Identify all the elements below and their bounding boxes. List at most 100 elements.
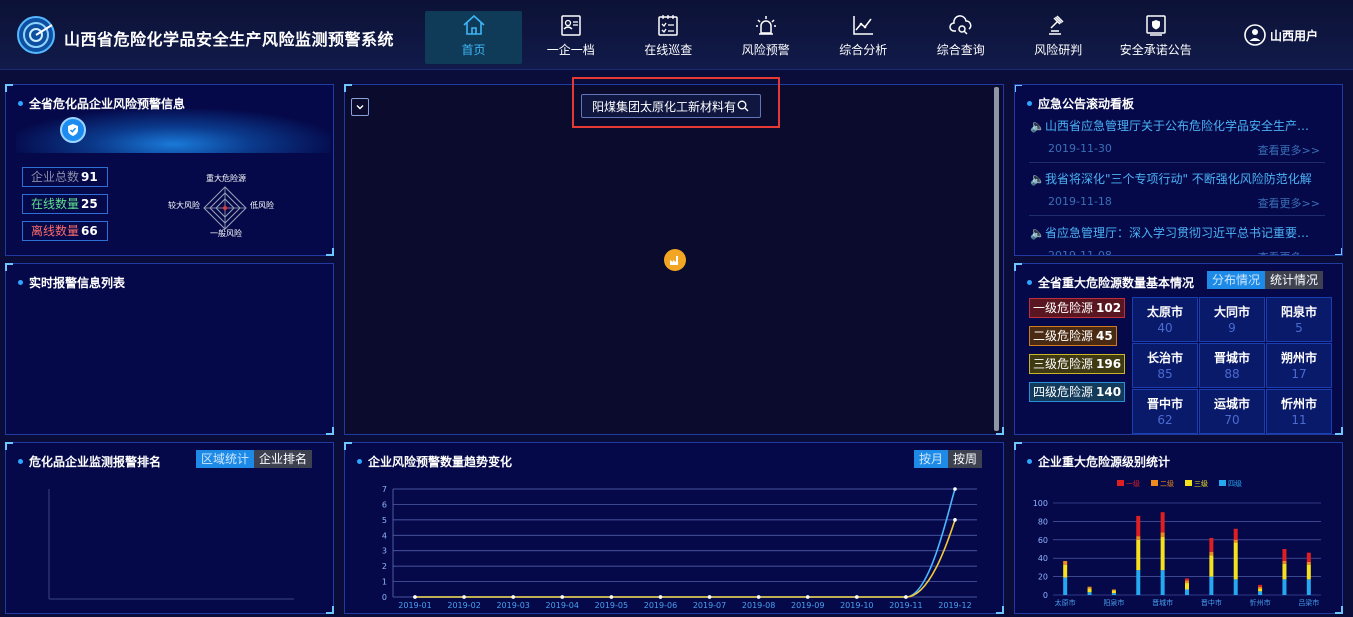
map-panel[interactable] bbox=[344, 84, 1004, 435]
city-count: 70 bbox=[1224, 413, 1240, 427]
series-line bbox=[415, 488, 956, 598]
search-highlight-box bbox=[572, 77, 780, 128]
ranking-title: 危化品企业监测报警排名 bbox=[18, 453, 161, 470]
map-layer-toggle[interactable] bbox=[351, 98, 369, 116]
hazard-level-4-label: 四级危险源 bbox=[1033, 385, 1094, 399]
nav-risk-warning[interactable]: 风险预警 bbox=[717, 11, 815, 64]
notice-more-link[interactable]: 查看更多>> bbox=[1258, 195, 1320, 211]
tab-enterprise-rank[interactable]: 企业排名 bbox=[254, 450, 313, 468]
city-cell[interactable]: 长治市 85 bbox=[1132, 343, 1198, 388]
notice-board-panel: 应急公告滚动看板 🔈山西省应急管理厅关于公布危险化学品安全生产标准化企业名单的公… bbox=[1014, 84, 1343, 256]
notice-text[interactable]: 🔈我省将深化"三个专项行动" 不断强化风险防范化解 bbox=[1030, 170, 1320, 187]
x-tick-label: 2019-02 bbox=[447, 601, 480, 610]
y-tick-label: 1 bbox=[382, 578, 387, 587]
alarm-light-icon bbox=[755, 16, 776, 35]
notice-more-link[interactable]: 查看更多>> bbox=[1258, 142, 1320, 158]
hazard-level-2[interactable]: 二级危险源 45 bbox=[1029, 326, 1117, 346]
x-tick-label: 吕梁市 bbox=[1298, 598, 1319, 607]
nav-risk-warning-label: 风险预警 bbox=[741, 43, 790, 57]
city-cell[interactable]: 晋中市 62 bbox=[1132, 389, 1198, 434]
tab-by-week[interactable]: 按周 bbox=[948, 450, 983, 468]
tab-region-stats[interactable]: 区域统计 bbox=[196, 450, 255, 468]
data-point bbox=[953, 487, 957, 491]
y-tick-label: 40 bbox=[1038, 554, 1048, 563]
nav-safety-commitment-label: 安全承诺公告 bbox=[1119, 43, 1192, 57]
bar-segment bbox=[1306, 552, 1311, 562]
tab-statistics[interactable]: 统计情况 bbox=[1265, 271, 1324, 289]
nav-comprehensive-query[interactable]: 综合查询 bbox=[912, 11, 1010, 64]
stat-total-enterprises: 企业总数 91 bbox=[22, 167, 108, 187]
hazard-level-3[interactable]: 三级危险源 196 bbox=[1029, 354, 1126, 374]
data-point bbox=[462, 595, 466, 599]
trend-tabs: 按月 按周 bbox=[914, 450, 983, 468]
map-scrollbar[interactable] bbox=[994, 87, 999, 431]
nav-risk-assessment[interactable]: 风险研判 bbox=[1010, 11, 1108, 64]
data-point bbox=[855, 595, 859, 599]
bar-segment bbox=[1160, 570, 1165, 595]
x-tick-label: 阳泉市 bbox=[1103, 598, 1124, 607]
hazard-level-chart-title: 企业重大危险源级别统计 bbox=[1027, 453, 1170, 470]
notice-item[interactable]: 🔈我省将深化"三个专项行动" 不断强化风险防范化解 2019-11-18 查看更多… bbox=[1030, 170, 1330, 211]
ranking-title-text: 危化品企业监测报警排名 bbox=[29, 455, 162, 469]
hazard-level-4[interactable]: 四级危险源 140 bbox=[1029, 382, 1126, 402]
bar-segment bbox=[1185, 578, 1189, 581]
nav-comprehensive-query-label: 综合查询 bbox=[936, 43, 985, 57]
tab-by-month[interactable]: 按月 bbox=[914, 450, 949, 468]
x-tick-label: 2019-05 bbox=[595, 601, 628, 610]
x-tick-label: 晋城市 bbox=[1152, 598, 1173, 607]
nav-online-inspection[interactable]: 在线巡查 bbox=[620, 11, 718, 64]
notice-item[interactable]: 🔈省应急管理厅：深入学习贯彻习近平总书记重要讲话精神 2019-11-08 查看更… bbox=[1030, 224, 1330, 255]
city-name: 大同市 bbox=[1213, 305, 1250, 319]
notice-date: 2019-11-18 bbox=[1048, 195, 1112, 208]
notice-text[interactable]: 🔈山西省应急管理厅关于公布危险化学品安全生产标准化企业名单的公告 bbox=[1030, 117, 1320, 134]
nav-online-inspection-label: 在线巡查 bbox=[644, 43, 693, 57]
city-cell[interactable]: 阳泉市 5 bbox=[1266, 297, 1332, 342]
tab-distribution[interactable]: 分布情况 bbox=[1207, 271, 1266, 289]
city-count: 88 bbox=[1224, 367, 1240, 381]
legend-label: 二级 bbox=[1160, 479, 1174, 488]
radar-label-major: 重大危险源 bbox=[206, 174, 246, 183]
bar-segment bbox=[1209, 555, 1214, 577]
user-name: 山西用户 bbox=[1270, 28, 1319, 43]
series-line bbox=[415, 519, 956, 598]
nav-comprehensive-analysis[interactable]: 综合分析 bbox=[815, 11, 913, 64]
radar-label-general: 一般风险 bbox=[210, 229, 242, 238]
speaker-icon: 🔈 bbox=[1030, 226, 1045, 240]
user-menu[interactable]: 山西用户 bbox=[1244, 24, 1318, 46]
city-cell[interactable]: 运城市 70 bbox=[1199, 389, 1265, 434]
city-cell[interactable]: 太原市 40 bbox=[1132, 297, 1198, 342]
hazard-level-1[interactable]: 一级危险源 102 bbox=[1029, 298, 1126, 318]
legend-swatch bbox=[1185, 480, 1192, 486]
x-tick-label: 2019-10 bbox=[840, 601, 873, 610]
bar-segment bbox=[1282, 560, 1287, 564]
line-chart-icon bbox=[853, 16, 874, 35]
y-tick-label: 20 bbox=[1038, 573, 1048, 582]
bar-segment bbox=[1185, 580, 1189, 584]
notice-text[interactable]: 🔈省应急管理厅：深入学习贯彻习近平总书记重要讲话精神 bbox=[1030, 224, 1320, 241]
x-tick-label: 2019-03 bbox=[496, 601, 529, 610]
speaker-icon: 🔈 bbox=[1030, 172, 1045, 186]
stat-offline-value: 66 bbox=[81, 224, 98, 238]
enterprise-map-marker[interactable] bbox=[664, 249, 686, 271]
city-cell[interactable]: 大同市 9 bbox=[1199, 297, 1265, 342]
notice-item[interactable]: 🔈山西省应急管理厅关于公布危险化学品安全生产标准化企业名单的公告 2019-11… bbox=[1030, 117, 1330, 158]
bar-segment bbox=[1160, 537, 1165, 571]
data-point bbox=[413, 595, 417, 599]
trend-line-chart: 0 1 2 3 4 5 6 7 2019-01 2019-02 2019-03 2019-04 2019… bbox=[382, 485, 977, 610]
nav-enterprise-profile[interactable]: 一企一档 bbox=[522, 11, 620, 64]
risk-warning-panel: 全省危化品企业风险预警信息 企业总数 91 在线数量 25 离线数量 66 重大危险源… bbox=[5, 84, 334, 256]
y-tick-label: 2 bbox=[382, 562, 387, 571]
bar-segment bbox=[1087, 588, 1092, 593]
stat-online-value: 25 bbox=[81, 197, 98, 211]
hazard-level-2-value: 45 bbox=[1096, 329, 1113, 343]
y-tick-label: 7 bbox=[382, 485, 387, 494]
nav-home[interactable]: 首页 bbox=[425, 11, 522, 64]
city-cell[interactable]: 朔州市 17 bbox=[1266, 343, 1332, 388]
city-cell[interactable]: 晋城市 88 bbox=[1199, 343, 1265, 388]
hazard-source-panel: 全省重大危险源数量基本情况 分布情况 统计情况 一级危险源 102 二级危险源 45… bbox=[1014, 263, 1343, 435]
nav-safety-commitment[interactable]: 安全承诺公告 bbox=[1107, 11, 1205, 64]
city-cell[interactable]: 忻州市 11 bbox=[1266, 389, 1332, 434]
alarm-list-panel: 实时报警信息列表 bbox=[5, 263, 334, 435]
notice-more-link[interactable]: 查看更多>> bbox=[1258, 249, 1320, 255]
data-point bbox=[953, 518, 957, 522]
